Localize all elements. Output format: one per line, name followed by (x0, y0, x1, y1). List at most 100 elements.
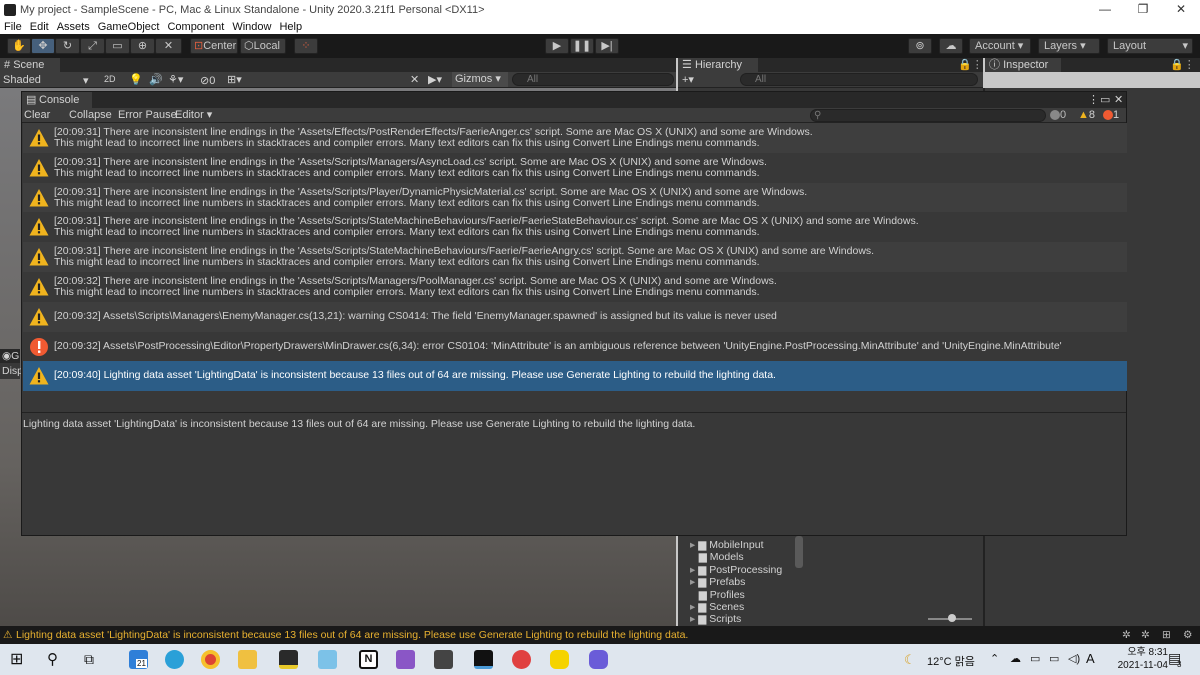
network-icon[interactable]: ▭ (1049, 652, 1059, 665)
layout-dropdown[interactable]: Layout ▾ (1107, 38, 1193, 54)
tree-item-profiles[interactable]: ▆ Profiles (690, 589, 782, 601)
console-entry[interactable]: [20:09:40] Lighting data asset 'Lighting… (23, 361, 1127, 392)
editor-dropdown[interactable]: Editor ▾ (175, 108, 212, 123)
tab-inspector[interactable]: ⓘ Inspector (985, 58, 1061, 72)
console-entry[interactable]: [20:09:32] There are inconsistent line e… (23, 272, 1127, 302)
hierarchy-search-input[interactable]: All (740, 73, 978, 86)
display-dropdown-fragment[interactable]: Disp (0, 363, 23, 379)
console-search-input[interactable]: ⚲ (810, 109, 1046, 122)
calendar-app-icon[interactable]: 21 (129, 650, 148, 669)
file-explorer-icon[interactable] (238, 650, 257, 669)
custom-tool-icon[interactable]: ✕ (155, 38, 182, 54)
project-scrollbar[interactable] (795, 536, 803, 568)
tree-item-models[interactable]: ▆ Models (690, 551, 782, 563)
console-menu-icon[interactable]: ⋮ (1088, 93, 1099, 106)
status-settings-icon[interactable]: ⚙ (1183, 626, 1192, 644)
menu-gameobject[interactable]: GameObject (94, 21, 164, 33)
progress-icon[interactable]: ✲ (1141, 626, 1150, 644)
lighting-icon[interactable]: 💡 (129, 73, 143, 86)
task-view-icon[interactable]: ⧉ (84, 650, 103, 669)
mode-2d-toggle[interactable]: 2D (104, 74, 116, 84)
shading-mode-dropdown[interactable]: Shaded (3, 74, 41, 86)
pivot-local-toggle[interactable]: ⬡Local (240, 38, 286, 54)
account-dropdown[interactable]: Account ▾ (969, 38, 1031, 54)
console-maximize-icon[interactable]: ▭ (1100, 93, 1110, 106)
paint-app-icon[interactable] (512, 650, 531, 669)
cloud-icon[interactable]: ☁ (939, 38, 963, 54)
console-entry[interactable]: [20:09:31] There are inconsistent line e… (23, 152, 1127, 183)
console-close-icon[interactable]: ✕ (1114, 93, 1123, 106)
edge-icon[interactable] (165, 650, 184, 669)
console-entry[interactable]: [20:09:31] There are inconsistent line e… (23, 212, 1127, 243)
tray-chevron-icon[interactable]: ⌃ (990, 652, 999, 665)
kakaotalk-icon[interactable] (550, 650, 569, 669)
status-grid-icon[interactable]: ⊞ (1162, 626, 1171, 644)
log-count-toggle[interactable]: 0 (1050, 108, 1066, 123)
menu-assets[interactable]: Assets (53, 21, 94, 33)
console-entry[interactable]: [20:09:32] Assets\PostProcessing\Editor\… (23, 331, 1127, 362)
menu-file[interactable]: File (0, 21, 26, 33)
minimize-button[interactable]: — (1086, 0, 1124, 19)
error-count-toggle[interactable]: 1 (1103, 108, 1119, 123)
menu-help[interactable]: Help (275, 21, 306, 33)
menu-component[interactable]: Component (163, 21, 228, 33)
tab-console[interactable]: ▤ Console (22, 92, 92, 108)
collapse-button[interactable]: Collapse (69, 108, 112, 123)
menu-window[interactable]: Window (228, 21, 275, 33)
tray-cloud-icon[interactable]: ☁ (1010, 652, 1021, 665)
tree-item-prefabs[interactable]: ▸ ▆ Prefabs (690, 576, 782, 588)
clear-button[interactable]: Clear (24, 108, 50, 123)
grid-icon[interactable]: ⊞▾ (227, 73, 242, 86)
move-tool-icon[interactable]: ✥ (31, 38, 55, 54)
camera-icon[interactable]: ▶▾ (428, 73, 442, 86)
hidden-objects-toggle[interactable]: ⊘0 (200, 74, 215, 87)
inspector-lock-icon[interactable]: 🔒⋮ (1170, 58, 1195, 71)
hierarchy-add-button[interactable]: +▾ (682, 73, 694, 86)
scale-tool-icon[interactable]: ⤢ (80, 38, 105, 54)
transform-tool-icon[interactable]: ⊕ (130, 38, 155, 54)
grid-snap-icon[interactable]: ⁘ (294, 38, 318, 54)
photos-icon[interactable] (318, 650, 337, 669)
discord-icon[interactable] (589, 650, 608, 669)
chrome-icon[interactable] (201, 650, 220, 669)
error-pause-button[interactable]: Error Pause (118, 108, 177, 123)
rect-tool-icon[interactable]: ▭ (105, 38, 130, 54)
collab-icon[interactable]: ⊚ (908, 38, 932, 54)
warning-count-toggle[interactable]: ▲8 (1078, 108, 1095, 123)
icon-size-slider-handle[interactable] (948, 614, 956, 622)
status-bar[interactable]: ⚠ Lighting data asset 'LightingData' is … (0, 626, 1200, 644)
weather-text[interactable]: 12°C 맑음 (927, 653, 975, 669)
console-entry[interactable]: [20:09:32] Assets\Scripts\Managers\Enemy… (23, 301, 1127, 332)
ime-indicator[interactable]: A (1086, 651, 1095, 666)
unity-hub-icon[interactable] (434, 650, 453, 669)
effects-icon[interactable]: ⚘▾ (168, 73, 183, 86)
tab-hierarchy[interactable]: ☰ Hierarchy (678, 58, 758, 72)
play-button[interactable]: ▶ (545, 38, 569, 54)
tree-item-scenes[interactable]: ▸ ▆ Scenes (690, 601, 782, 613)
bug-icon[interactable]: ✲ (1122, 626, 1131, 644)
pivot-center-toggle[interactable]: ⊡Center (190, 38, 238, 54)
sticky-notes-icon[interactable] (279, 650, 298, 669)
game-tab-fragment[interactable]: ◉G (0, 349, 20, 363)
console-entry[interactable]: [20:09:31] There are inconsistent line e… (23, 242, 1127, 273)
scene-search-input[interactable]: All (512, 73, 674, 86)
pause-button[interactable]: ❚❚ (570, 38, 594, 54)
windows-start-icon[interactable]: ⊞ (10, 650, 29, 669)
layers-dropdown[interactable]: Layers ▾ (1038, 38, 1100, 54)
tree-item-scripts[interactable]: ▸ ▆ Scripts (690, 613, 782, 625)
rotate-tool-icon[interactable]: ↻ (55, 38, 80, 54)
search-taskbar-icon[interactable]: ⚲ (47, 650, 66, 669)
taskbar-clock[interactable]: 오후 8:31 2021-11-04 (1118, 646, 1168, 672)
tab-scene[interactable]: # Scene (0, 58, 60, 72)
console-entry[interactable]: [20:09:31] There are inconsistent line e… (23, 182, 1127, 213)
tray-display-icon[interactable]: ▭ (1030, 652, 1040, 665)
tree-item-mobileinput[interactable]: ▸ ▆ MobileInput (690, 539, 782, 551)
visual-studio-icon[interactable] (396, 650, 415, 669)
close-window-button[interactable]: ✕ (1162, 0, 1200, 19)
gizmos-dropdown[interactable]: Gizmos ▾ (452, 72, 508, 87)
hand-tool-icon[interactable]: ✋ (7, 38, 31, 54)
unity-editor-taskbar-icon[interactable] (474, 650, 493, 669)
audio-icon[interactable]: 🔊 (149, 73, 163, 86)
maximize-button[interactable]: ❐ (1124, 0, 1162, 19)
volume-icon[interactable]: ◁) (1068, 652, 1080, 665)
